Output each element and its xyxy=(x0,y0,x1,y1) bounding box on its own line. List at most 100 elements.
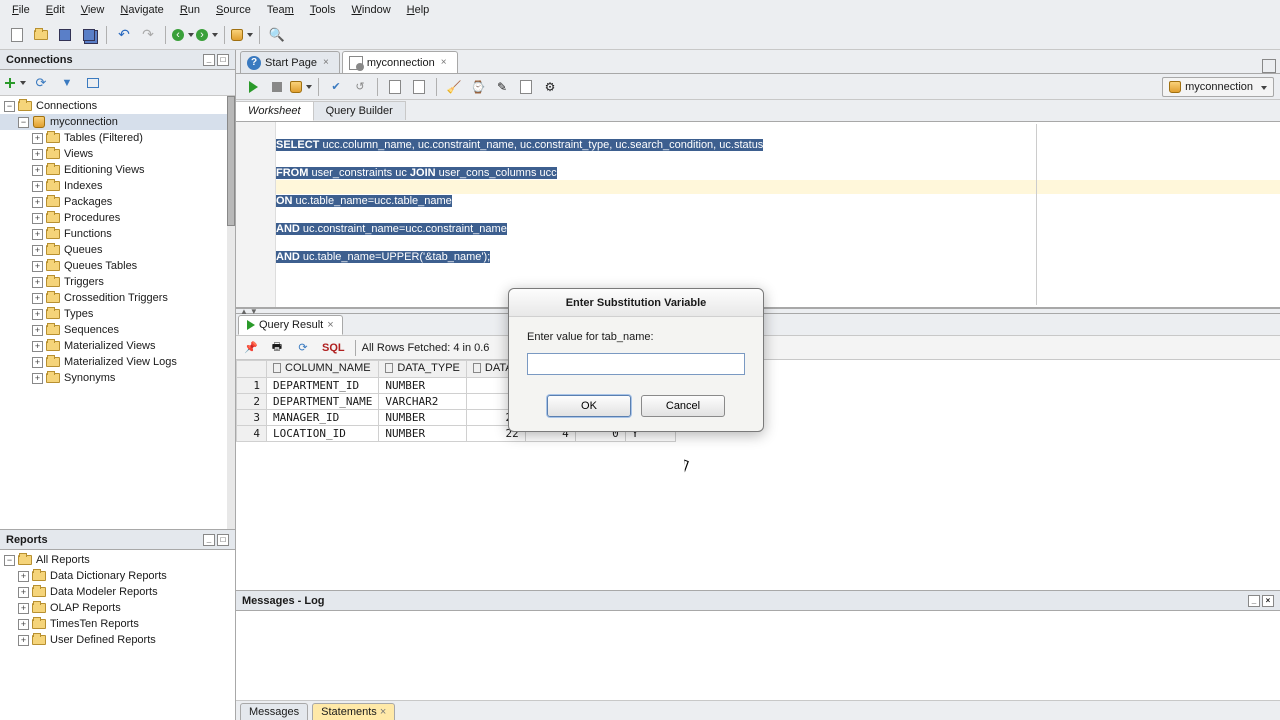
worksheet-toolbar: ✔ ↺ 🧹 ⌚ ✎ ⚙ myconnection xyxy=(236,74,1280,100)
tree-node[interactable]: +Views xyxy=(0,146,235,162)
sql-history-button[interactable]: ⌚ xyxy=(467,76,489,98)
msgtab-messages[interactable]: Messages xyxy=(240,703,308,720)
tree-node[interactable]: +User Defined Reports xyxy=(0,632,235,648)
menu-team[interactable]: Team xyxy=(259,1,302,19)
msgtab-statements[interactable]: Statements × xyxy=(312,703,395,720)
tab-list-button[interactable] xyxy=(1262,59,1276,73)
close-icon[interactable]: × xyxy=(441,57,447,68)
close-icon[interactable]: × xyxy=(323,57,329,68)
tree-node[interactable]: +Types xyxy=(0,306,235,322)
menu-navigate[interactable]: Navigate xyxy=(112,1,171,19)
sql-editor[interactable]: SELECT ucc.column_name, uc.constraint_na… xyxy=(236,122,1280,308)
tree-node[interactable]: +Materialized View Logs xyxy=(0,354,235,370)
sql-label[interactable]: SQL xyxy=(318,342,349,354)
clear-button[interactable]: 🧹 xyxy=(443,76,465,98)
menu-file[interactable]: File xyxy=(4,1,38,19)
maximize-icon[interactable]: □ xyxy=(217,54,229,66)
reports-tree[interactable]: −All Reports +Data Dictionary Reports+Da… xyxy=(0,550,235,720)
print-button[interactable]: 🖶 xyxy=(266,337,288,359)
tree-node[interactable]: +Materialized Views xyxy=(0,338,235,354)
tree-root-connections[interactable]: −Connections xyxy=(0,98,235,114)
dialog-title[interactable]: Enter Substitution Variable xyxy=(509,289,763,317)
tree-node[interactable]: +Data Dictionary Reports xyxy=(0,568,235,584)
maximize-icon[interactable]: □ xyxy=(217,534,229,546)
column-header[interactable]: DATA_TYPE xyxy=(379,361,467,378)
messages-panel: Messages - Log _× Messages Statements × xyxy=(236,590,1280,720)
back-button[interactable]: ‹ xyxy=(172,24,194,46)
tree-root-reports[interactable]: −All Reports xyxy=(0,552,235,568)
menu-source[interactable]: Source xyxy=(208,1,259,19)
tree-node[interactable]: +Functions xyxy=(0,226,235,242)
tree-node[interactable]: +Triggers xyxy=(0,274,235,290)
tree-connection-myconnection[interactable]: −myconnection xyxy=(0,114,235,130)
query-result-tab[interactable]: Query Result × xyxy=(238,315,343,335)
tool-button[interactable]: ⚙ xyxy=(539,76,561,98)
tree-node[interactable]: +Data Modeler Reports xyxy=(0,584,235,600)
db-button[interactable] xyxy=(231,24,253,46)
tree-node[interactable]: +Queues Tables xyxy=(0,258,235,274)
new-button[interactable] xyxy=(6,24,28,46)
menu-view[interactable]: View xyxy=(73,1,113,19)
expand-button[interactable] xyxy=(82,72,104,94)
binoculars-button[interactable]: 🔍 xyxy=(266,24,288,46)
tree-node[interactable]: +Sequences xyxy=(0,322,235,338)
autotrace-button[interactable] xyxy=(408,76,430,98)
minimize-icon[interactable]: _ xyxy=(203,534,215,546)
reports-title: Reports xyxy=(6,534,48,546)
close-icon[interactable]: × xyxy=(327,319,333,331)
minimize-icon[interactable]: _ xyxy=(203,54,215,66)
snippet-button[interactable] xyxy=(515,76,537,98)
tree-node[interactable]: +Synonyms xyxy=(0,370,235,386)
column-header[interactable]: COLUMN_NAME xyxy=(267,361,379,378)
pin-button[interactable]: 📌 xyxy=(240,337,262,359)
tree-node[interactable]: +Indexes xyxy=(0,178,235,194)
refresh-button[interactable]: ⟳ xyxy=(292,337,314,359)
main-toolbar: ↶ ↷ ‹ › 🔍 xyxy=(0,20,1280,50)
save-button[interactable] xyxy=(54,24,76,46)
menu-window[interactable]: Window xyxy=(344,1,399,19)
explain-plan-button[interactable] xyxy=(384,76,406,98)
tab-name-input[interactable] xyxy=(527,353,745,375)
stop-button[interactable] xyxy=(266,76,288,98)
connection-picker[interactable]: myconnection xyxy=(1162,77,1274,97)
tree-node[interactable]: +OLAP Reports xyxy=(0,600,235,616)
connections-title: Connections xyxy=(6,54,73,66)
tree-node[interactable]: +TimesTen Reports xyxy=(0,616,235,632)
run-script-button[interactable] xyxy=(290,76,312,98)
undo-button[interactable]: ↶ xyxy=(113,24,135,46)
run-statement-button[interactable] xyxy=(242,76,264,98)
tree-node[interactable]: +Tables (Filtered) xyxy=(0,130,235,146)
ok-button[interactable]: OK xyxy=(547,395,631,417)
commit-button[interactable]: ✔ xyxy=(325,76,347,98)
tree-node[interactable]: +Procedures xyxy=(0,210,235,226)
minimize-icon[interactable]: _ xyxy=(1248,595,1260,607)
new-connection-button[interactable] xyxy=(4,72,26,94)
rollback-button[interactable]: ↺ xyxy=(349,76,371,98)
subtab-worksheet[interactable]: Worksheet xyxy=(236,101,314,121)
menu-edit[interactable]: Edit xyxy=(38,1,73,19)
menu-tools[interactable]: Tools xyxy=(302,1,344,19)
substitution-variable-dialog: Enter Substitution Variable Enter value … xyxy=(508,288,764,432)
menu-run[interactable]: Run xyxy=(172,1,208,19)
help-icon: ? xyxy=(247,56,261,70)
tree-node[interactable]: +Packages xyxy=(0,194,235,210)
tab-start-page[interactable]: ? Start Page × xyxy=(240,51,340,73)
tab-myconnection[interactable]: myconnection × xyxy=(342,51,458,73)
open-button[interactable] xyxy=(30,24,52,46)
refresh-connections-button[interactable]: ⟳ xyxy=(30,72,52,94)
tree-node[interactable]: +Crossedition Triggers xyxy=(0,290,235,306)
redo-button[interactable]: ↷ xyxy=(137,24,159,46)
filter-button[interactable]: ▼ xyxy=(56,72,78,94)
subtab-query-builder[interactable]: Query Builder xyxy=(314,101,406,120)
menu-help[interactable]: Help xyxy=(399,1,438,19)
scrollbar-thumb[interactable] xyxy=(227,96,235,226)
format-button[interactable]: ✎ xyxy=(491,76,513,98)
tree-node[interactable]: +Editioning Views xyxy=(0,162,235,178)
close-icon[interactable]: × xyxy=(1262,595,1274,607)
forward-button[interactable]: › xyxy=(196,24,218,46)
connections-tree[interactable]: −Connections −myconnection +Tables (Filt… xyxy=(0,96,235,529)
tree-node[interactable]: +Queues xyxy=(0,242,235,258)
db-icon xyxy=(1169,81,1181,93)
cancel-button[interactable]: Cancel xyxy=(641,395,725,417)
save-all-button[interactable] xyxy=(78,24,100,46)
